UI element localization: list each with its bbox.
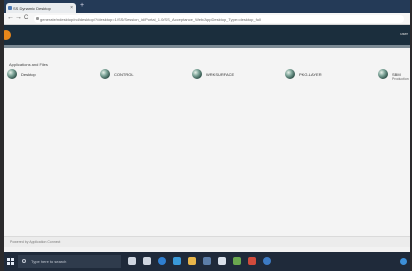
tab-title: SS Dynamic Desktop bbox=[13, 6, 51, 11]
app-label: CONTROL bbox=[114, 72, 134, 77]
app-item-wrksurface[interactable]: WRKSURFACE bbox=[192, 68, 272, 86]
windows-taskbar: Type here to search bbox=[4, 252, 410, 271]
app-sublabel: Production bbox=[392, 77, 409, 81]
search-icon bbox=[22, 259, 26, 263]
section-title: Applications and Files bbox=[9, 62, 48, 67]
browser-tab-strip: SS Dynamic Desktop × + bbox=[4, 0, 410, 13]
app-globe-icon bbox=[192, 69, 202, 79]
footer-text: Powered by Application Connect bbox=[10, 240, 61, 244]
app-icon[interactable] bbox=[248, 257, 256, 265]
monitor-bezel: SS Dynamic Desktop × + ← → C generate/nd… bbox=[0, 0, 412, 271]
app-globe-icon bbox=[285, 69, 295, 79]
windows-start-icon[interactable] bbox=[7, 258, 14, 265]
favicon-icon bbox=[8, 6, 12, 10]
browser-tab[interactable]: SS Dynamic Desktop × bbox=[6, 3, 76, 13]
forward-icon[interactable]: → bbox=[15, 14, 22, 21]
close-tab-icon[interactable]: × bbox=[70, 5, 73, 11]
file-explorer-icon[interactable] bbox=[188, 257, 196, 265]
url-text: generate/ndesktop/nd/desktop/?/desktop=1… bbox=[40, 17, 261, 22]
app-icon[interactable] bbox=[218, 257, 226, 265]
app-logo bbox=[4, 30, 11, 40]
new-tab-button[interactable]: + bbox=[80, 2, 84, 9]
page-footer: Powered by Application Connect bbox=[4, 236, 410, 247]
screen: SS Dynamic Desktop × + ← → C generate/nd… bbox=[4, 0, 410, 271]
app-item-control[interactable]: CONTROL bbox=[100, 68, 180, 86]
back-icon[interactable]: ← bbox=[7, 14, 14, 21]
browser-toolbar: ← → C generate/ndesktop/nd/desktop/?/des… bbox=[4, 13, 410, 25]
tray-icon[interactable] bbox=[400, 258, 407, 265]
edge-icon[interactable] bbox=[158, 257, 166, 265]
app-label: PKG-LAYER bbox=[299, 72, 322, 77]
chrome-icon[interactable] bbox=[263, 257, 271, 265]
app-icon[interactable] bbox=[233, 257, 241, 265]
ie-icon[interactable] bbox=[173, 257, 181, 265]
app-header: user bbox=[4, 25, 410, 45]
taskbar-search[interactable]: Type here to search bbox=[18, 255, 121, 268]
app-item-sbm[interactable]: SBM Production bbox=[378, 68, 410, 86]
task-view-icon[interactable] bbox=[143, 257, 151, 265]
app-list: Desktop CONTROL WRKSURFACE PKG-LAYER SBM bbox=[4, 68, 410, 86]
reload-icon[interactable]: C bbox=[24, 15, 28, 21]
app-globe-icon bbox=[7, 69, 17, 79]
app-label: WRKSURFACE bbox=[206, 72, 235, 77]
address-bar[interactable]: generate/ndesktop/nd/desktop/?/desktop=1… bbox=[34, 15, 404, 23]
app-label: Desktop bbox=[21, 72, 36, 77]
app-item-pkg-layer[interactable]: PKG-LAYER bbox=[285, 68, 365, 86]
app-item-desktop[interactable]: Desktop bbox=[7, 68, 87, 86]
search-placeholder: Type here to search bbox=[31, 259, 67, 264]
app-globe-icon bbox=[378, 69, 388, 79]
store-icon[interactable] bbox=[203, 257, 211, 265]
user-menu[interactable]: user bbox=[400, 31, 408, 36]
main-content: Applications and Files Desktop CONTROL W… bbox=[4, 48, 410, 236]
lock-icon bbox=[36, 17, 39, 20]
app-globe-icon bbox=[100, 69, 110, 79]
cortana-icon[interactable] bbox=[128, 257, 136, 265]
